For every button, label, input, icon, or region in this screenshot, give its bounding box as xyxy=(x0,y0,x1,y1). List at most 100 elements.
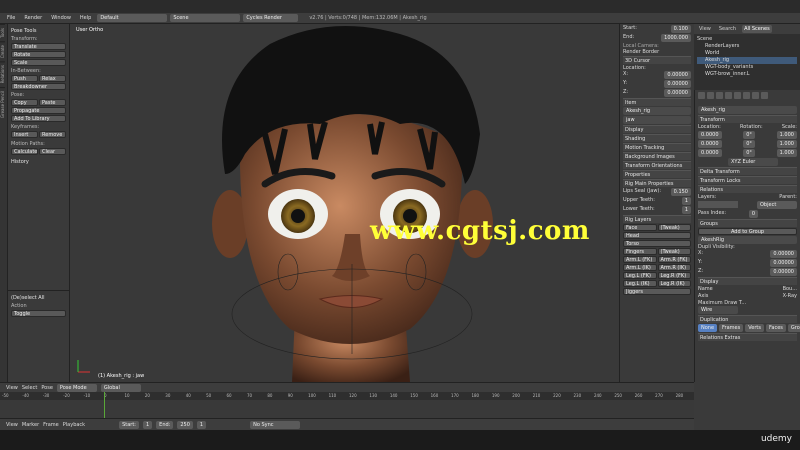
leg-l-fk-button[interactable]: Leg.L (FK) xyxy=(623,272,657,279)
tab-create[interactable]: Create xyxy=(0,40,5,62)
rot-x-field[interactable]: 0° xyxy=(743,131,755,139)
relations-extras-panel[interactable]: Relations Extras xyxy=(698,333,797,341)
rot-y-field[interactable]: 0° xyxy=(743,140,755,148)
insert-keyframe-button[interactable]: Insert xyxy=(11,131,38,138)
display-panel[interactable]: Display xyxy=(623,125,691,133)
transform-orientations-panel[interactable]: Transform Orientations xyxy=(623,161,691,169)
rot-z-field[interactable]: 0° xyxy=(743,149,755,157)
add-to-library-button[interactable]: Add To Library xyxy=(11,115,66,122)
arm-r-ik-button[interactable]: Arm.R (IK) xyxy=(657,264,691,271)
outliner-item-renderlayers[interactable]: RenderLayers xyxy=(697,43,797,50)
character-head[interactable] xyxy=(70,24,619,382)
add-to-group-button[interactable]: Add to Group xyxy=(698,228,797,235)
arm-r-fk-button[interactable]: Arm.R (FK) xyxy=(657,256,691,263)
pose-menu[interactable]: Pose xyxy=(41,385,53,391)
history-panel[interactable]: History xyxy=(11,159,66,165)
object-icon[interactable] xyxy=(734,92,741,99)
view-menu[interactable]: View xyxy=(6,385,18,391)
sync-select[interactable]: No Sync xyxy=(250,420,301,429)
3d-cursor-panel[interactable]: 3D Cursor xyxy=(623,56,691,64)
operator-title[interactable]: (De)select All xyxy=(11,295,66,301)
loc-x-field[interactable]: 0.0000 xyxy=(698,131,722,139)
relax-button[interactable]: Relax xyxy=(39,75,66,82)
copy-pose-button[interactable]: Copy xyxy=(11,99,38,106)
dupli-x-field[interactable]: 0.00000 xyxy=(770,250,797,258)
dupli-y-field[interactable]: 0.00000 xyxy=(770,259,797,267)
dup-faces-button[interactable]: Faces xyxy=(765,324,786,332)
end-frame-field[interactable]: 250 xyxy=(177,420,193,429)
tl-view-menu[interactable]: View xyxy=(6,422,18,428)
scale-y-field[interactable]: 1.000 xyxy=(776,140,797,148)
face-layer-button[interactable]: Face xyxy=(623,224,657,231)
render-engine-select[interactable]: Cycles Render xyxy=(243,14,299,22)
clip-start-field[interactable]: 0.100 xyxy=(670,25,691,33)
properties-panel[interactable]: Properties xyxy=(623,170,691,178)
world-icon[interactable] xyxy=(725,92,732,99)
tl-frame-menu[interactable]: Frame xyxy=(43,422,59,428)
dupli-z-field[interactable]: 0.00000 xyxy=(770,268,797,276)
dup-frames-button[interactable]: Frames xyxy=(719,324,744,332)
paste-pose-button[interactable]: Paste xyxy=(39,99,66,106)
bone-name-field[interactable]: jaw xyxy=(623,116,691,124)
translate-button[interactable]: Translate xyxy=(11,43,66,50)
display-panel-props[interactable]: Display xyxy=(698,277,797,285)
transform-panel[interactable]: Transform xyxy=(698,115,797,123)
arm-l-fk-button[interactable]: Arm.L (FK) xyxy=(623,256,657,263)
groups-panel[interactable]: Groups xyxy=(698,219,797,227)
leg-r-ik-button[interactable]: Leg.R (IK) xyxy=(657,280,691,287)
outliner-search-menu[interactable]: Search xyxy=(717,25,738,33)
delta-transform-panel[interactable]: Delta Transform xyxy=(698,167,797,175)
outliner-item-akesh-rig[interactable]: Akesh_rig xyxy=(697,57,797,64)
jiggers-button[interactable]: Jiggers xyxy=(623,288,691,295)
propagate-button[interactable]: Propagate xyxy=(11,107,66,114)
cursor-x-field[interactable]: 0.00000 xyxy=(664,71,691,79)
menu-help[interactable]: Help xyxy=(77,15,94,21)
group-name-field[interactable]: AkeshRig xyxy=(698,236,797,244)
select-menu[interactable]: Select xyxy=(22,385,37,391)
relations-panel[interactable]: Relations xyxy=(698,185,797,193)
loc-z-field[interactable]: 0.0000 xyxy=(698,149,722,157)
render-icon[interactable] xyxy=(698,92,705,99)
fingers-tweak-button[interactable]: (Tweak) xyxy=(657,248,691,255)
outliner-item-wgt-body[interactable]: WGT-body_variants xyxy=(697,64,797,71)
dup-verts-button[interactable]: Verts xyxy=(745,324,764,332)
orientation-select[interactable]: Global xyxy=(100,383,141,392)
current-frame-field[interactable]: 1 xyxy=(196,420,207,429)
motion-tracking-panel[interactable]: Motion Tracking xyxy=(623,143,691,151)
rotate-button[interactable]: Rotate xyxy=(11,51,66,58)
rig-layers-panel[interactable]: Rig Layers xyxy=(623,215,691,223)
scale-z-field[interactable]: 1.000 xyxy=(776,149,797,157)
arm-l-ik-button[interactable]: Arm.L (IK) xyxy=(623,264,657,271)
push-button[interactable]: Push xyxy=(11,75,38,82)
rig-main-panel[interactable]: Rig Main Properties xyxy=(623,179,691,187)
cursor-y-field[interactable]: 0.00000 xyxy=(664,80,691,88)
shading-panel[interactable]: Shading xyxy=(623,134,691,142)
tab-relations[interactable]: Relations xyxy=(0,61,5,87)
scale-button[interactable]: Scale xyxy=(11,59,66,66)
menu-file[interactable]: File xyxy=(4,15,18,21)
dup-none-button[interactable]: None xyxy=(698,324,718,332)
torso-layer-button[interactable]: Torso xyxy=(623,240,691,247)
duplication-panel[interactable]: Duplication xyxy=(698,315,797,323)
draw-type-select[interactable]: Wire xyxy=(698,306,738,314)
cursor-z-field[interactable]: 0.00000 xyxy=(664,89,691,97)
constraint-icon[interactable] xyxy=(743,92,750,99)
3d-viewport[interactable]: User Ortho (1) Akesh_rig : jaw www.cgtsj… xyxy=(70,24,619,382)
leg-l-ik-button[interactable]: Leg.L (IK) xyxy=(623,280,657,287)
start-frame-field[interactable]: 1 xyxy=(142,420,153,429)
timeline[interactable]: -50 -40 -30 -20 -10 0 10 20 30 40 50 60 70 80 90 100 110… xyxy=(0,392,694,418)
clip-end-field[interactable]: 1000.000 xyxy=(661,34,691,42)
leg-r-fk-button[interactable]: Leg.R (FK) xyxy=(657,272,691,279)
pass-index-field[interactable]: 0 xyxy=(748,210,758,218)
bounds-checkbox[interactable]: Bou... xyxy=(783,286,797,292)
bone-icon[interactable] xyxy=(761,92,768,99)
outliner-view-menu[interactable]: View xyxy=(697,25,713,33)
tl-playback-menu[interactable]: Playback xyxy=(63,422,85,428)
clear-button[interactable]: Clear xyxy=(39,148,66,155)
render-border-checkbox[interactable]: Render Border xyxy=(623,49,691,55)
pose-tools-title[interactable]: Pose Tools xyxy=(11,28,66,34)
scale-x-field[interactable]: 1.000 xyxy=(776,131,797,139)
dup-group-button[interactable]: Group xyxy=(787,324,800,332)
axis-checkbox[interactable]: Axis xyxy=(698,293,708,299)
upper-teeth-field[interactable]: 1 xyxy=(681,197,691,205)
